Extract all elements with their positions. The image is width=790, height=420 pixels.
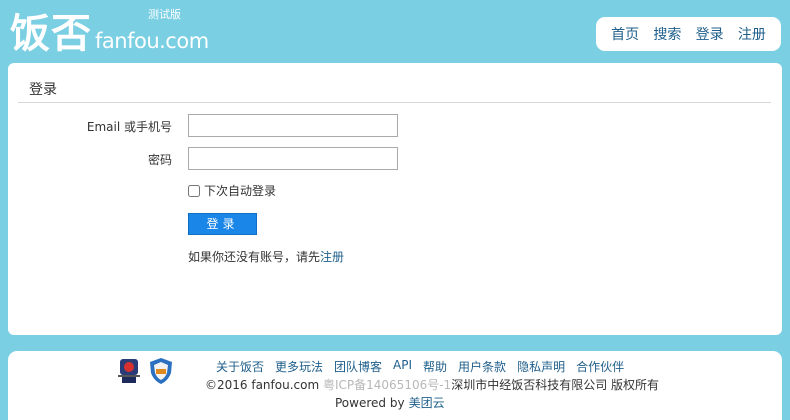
password-label: 密码 bbox=[147, 153, 172, 167]
beta-tag: 测试版 bbox=[148, 8, 181, 21]
logo-english-text: fanfou.com bbox=[95, 29, 209, 53]
copyright-text: ©2016 fanfou.com bbox=[205, 378, 320, 392]
powered-by: Powered by 美团云 bbox=[335, 394, 445, 411]
footer-link-api[interactable]: API bbox=[393, 358, 412, 375]
email-field[interactable] bbox=[188, 114, 398, 137]
footer-link-help[interactable]: 帮助 bbox=[423, 358, 447, 375]
logo-chinese-text: 饭否 bbox=[10, 11, 92, 57]
register-link[interactable]: 注册 bbox=[320, 250, 344, 264]
email-label: Email 或手机号 bbox=[86, 120, 172, 134]
police-badge-icon[interactable] bbox=[116, 357, 142, 385]
login-button[interactable]: 登录 bbox=[188, 213, 257, 235]
footer-link-terms[interactable]: 用户条款 bbox=[458, 358, 506, 375]
remember-label: 下次自动登录 bbox=[204, 184, 277, 198]
register-hint: 如果你还没有账号，请先注册 bbox=[188, 248, 344, 265]
footer: 关于饭否 更多玩法 团队博客 API 帮助 用户条款 隐私声明 合作伙伴 ©20… bbox=[8, 351, 782, 420]
icp-number[interactable]: 粤ICP备14065106号-1 bbox=[323, 378, 451, 392]
footer-link-privacy[interactable]: 隐私声明 bbox=[517, 358, 565, 375]
footer-link-more[interactable]: 更多玩法 bbox=[275, 358, 323, 375]
register-hint-text: 如果你还没有账号，请先 bbox=[188, 250, 321, 264]
nav-login-link[interactable]: 登录 bbox=[696, 24, 724, 44]
powered-link[interactable]: 美团云 bbox=[409, 396, 445, 410]
nav-search-link[interactable]: 搜索 bbox=[653, 24, 681, 44]
top-nav: 首页 搜索 登录 注册 bbox=[596, 17, 781, 51]
copyright-line: ©2016 fanfou.com 粤ICP备14065106号-1深圳市中经饭否… bbox=[205, 376, 659, 393]
company-text: 深圳市中经饭否科技有限公司 版权所有 bbox=[451, 378, 660, 392]
page-title: 登录 bbox=[29, 82, 57, 98]
footer-link-about[interactable]: 关于饭否 bbox=[216, 358, 264, 375]
nav-register-link[interactable]: 注册 bbox=[738, 24, 766, 44]
footer-link-blog[interactable]: 团队博客 bbox=[334, 358, 382, 375]
remember-row: 下次自动登录 bbox=[188, 182, 276, 199]
powered-label: Powered by bbox=[335, 396, 405, 410]
password-field[interactable] bbox=[188, 147, 398, 170]
remember-checkbox[interactable] bbox=[188, 184, 200, 197]
login-panel: 登录 Email 或手机号 密码 下次自动登录 登录 如果你还没有账号，请先注册 bbox=[8, 63, 782, 335]
footer-links: 关于饭否 更多玩法 团队博客 API 帮助 用户条款 隐私声明 合作伙伴 bbox=[216, 358, 624, 375]
footer-link-partners[interactable]: 合作伙伴 bbox=[576, 358, 624, 375]
title-divider bbox=[18, 102, 771, 103]
security-shield-icon[interactable] bbox=[148, 357, 174, 385]
nav-home-link[interactable]: 首页 bbox=[611, 24, 639, 44]
